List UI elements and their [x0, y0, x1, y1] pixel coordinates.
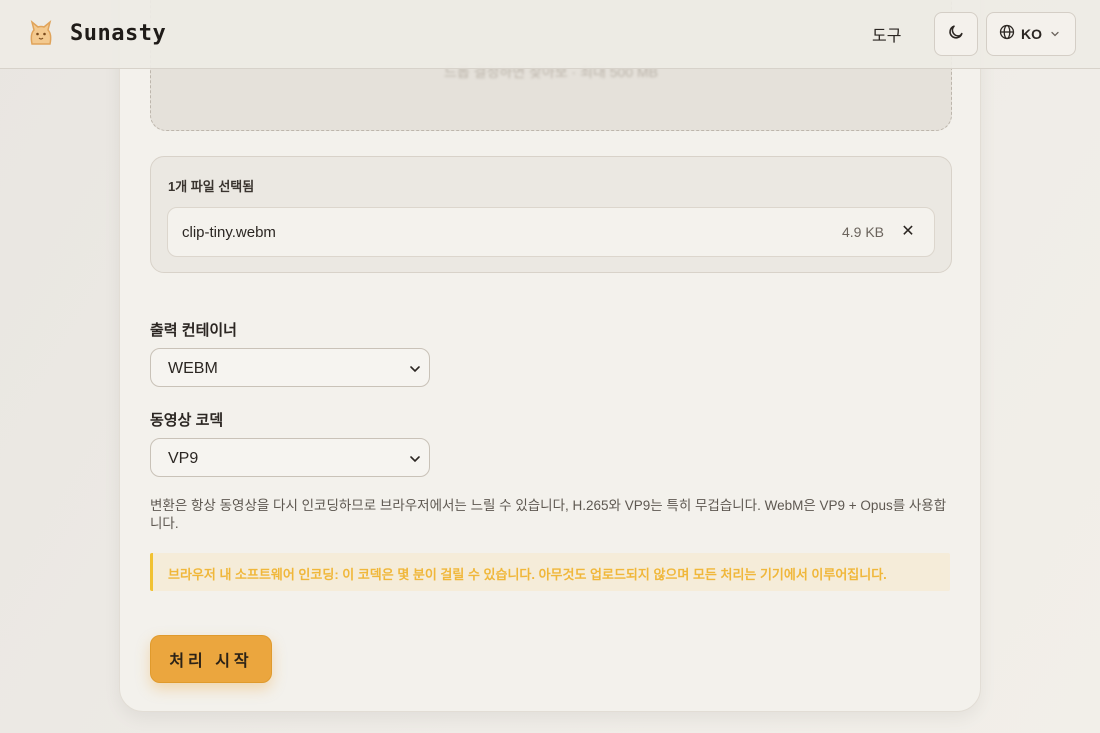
remove-file-button[interactable]: ✕ [898, 221, 918, 243]
language-code: KO [1021, 26, 1042, 42]
codec-label: 동영상 코덱 [150, 412, 224, 429]
encoding-warning: 브라우저 내 소프트웨어 인코딩: 이 코덱은 몇 분이 걸릴 수 있습니다. … [150, 553, 950, 591]
chevron-down-icon [1050, 29, 1060, 39]
start-processing-button[interactable]: 처리 시작 [150, 635, 272, 683]
container-select[interactable]: WEBM [150, 348, 430, 387]
language-select[interactable]: KO [986, 12, 1076, 56]
conversion-description: 변환은 항상 동영상을 다시 인코딩하므로 브라우저에서는 느릴 수 있습니다,… [150, 498, 947, 531]
brand-logo-link[interactable]: Sunasty [24, 16, 166, 50]
globe-icon [999, 24, 1015, 45]
container-select-value: WEBM [168, 360, 218, 377]
codec-select-value: VP9 [168, 450, 199, 467]
moon-icon [948, 24, 964, 45]
chevron-down-icon [409, 362, 421, 380]
files-count-label: 1개 파일 선택됨 [168, 179, 255, 194]
file-row: clip-tiny.webm 4.9 KB ✕ [167, 207, 935, 257]
brand-name: Sunasty [70, 20, 167, 46]
container-label: 출력 컨테이너 [150, 322, 237, 339]
chevron-down-icon [409, 452, 421, 470]
warning-text: 브라우저 내 소프트웨어 인코딩: 이 코덱은 몇 분이 걸릴 수 있습니다. … [168, 567, 887, 582]
file-size: 4.9 KB [841, 224, 884, 240]
converter-card: 드롭 결정하면 찾아보 · 최대 500 MB 1개 파일 선택됨 clip-t… [119, 0, 981, 712]
theme-toggle-button[interactable] [934, 12, 978, 56]
cat-logo-icon [24, 16, 58, 50]
top-header: Sunasty 도구 KO [0, 0, 1100, 69]
file-name: clip-tiny.webm [182, 224, 276, 241]
nav-tools-link[interactable]: 도구 [872, 22, 901, 46]
codec-select[interactable]: VP9 [150, 438, 430, 477]
selected-files-panel: 1개 파일 선택됨 clip-tiny.webm 4.9 KB ✕ [150, 156, 952, 273]
